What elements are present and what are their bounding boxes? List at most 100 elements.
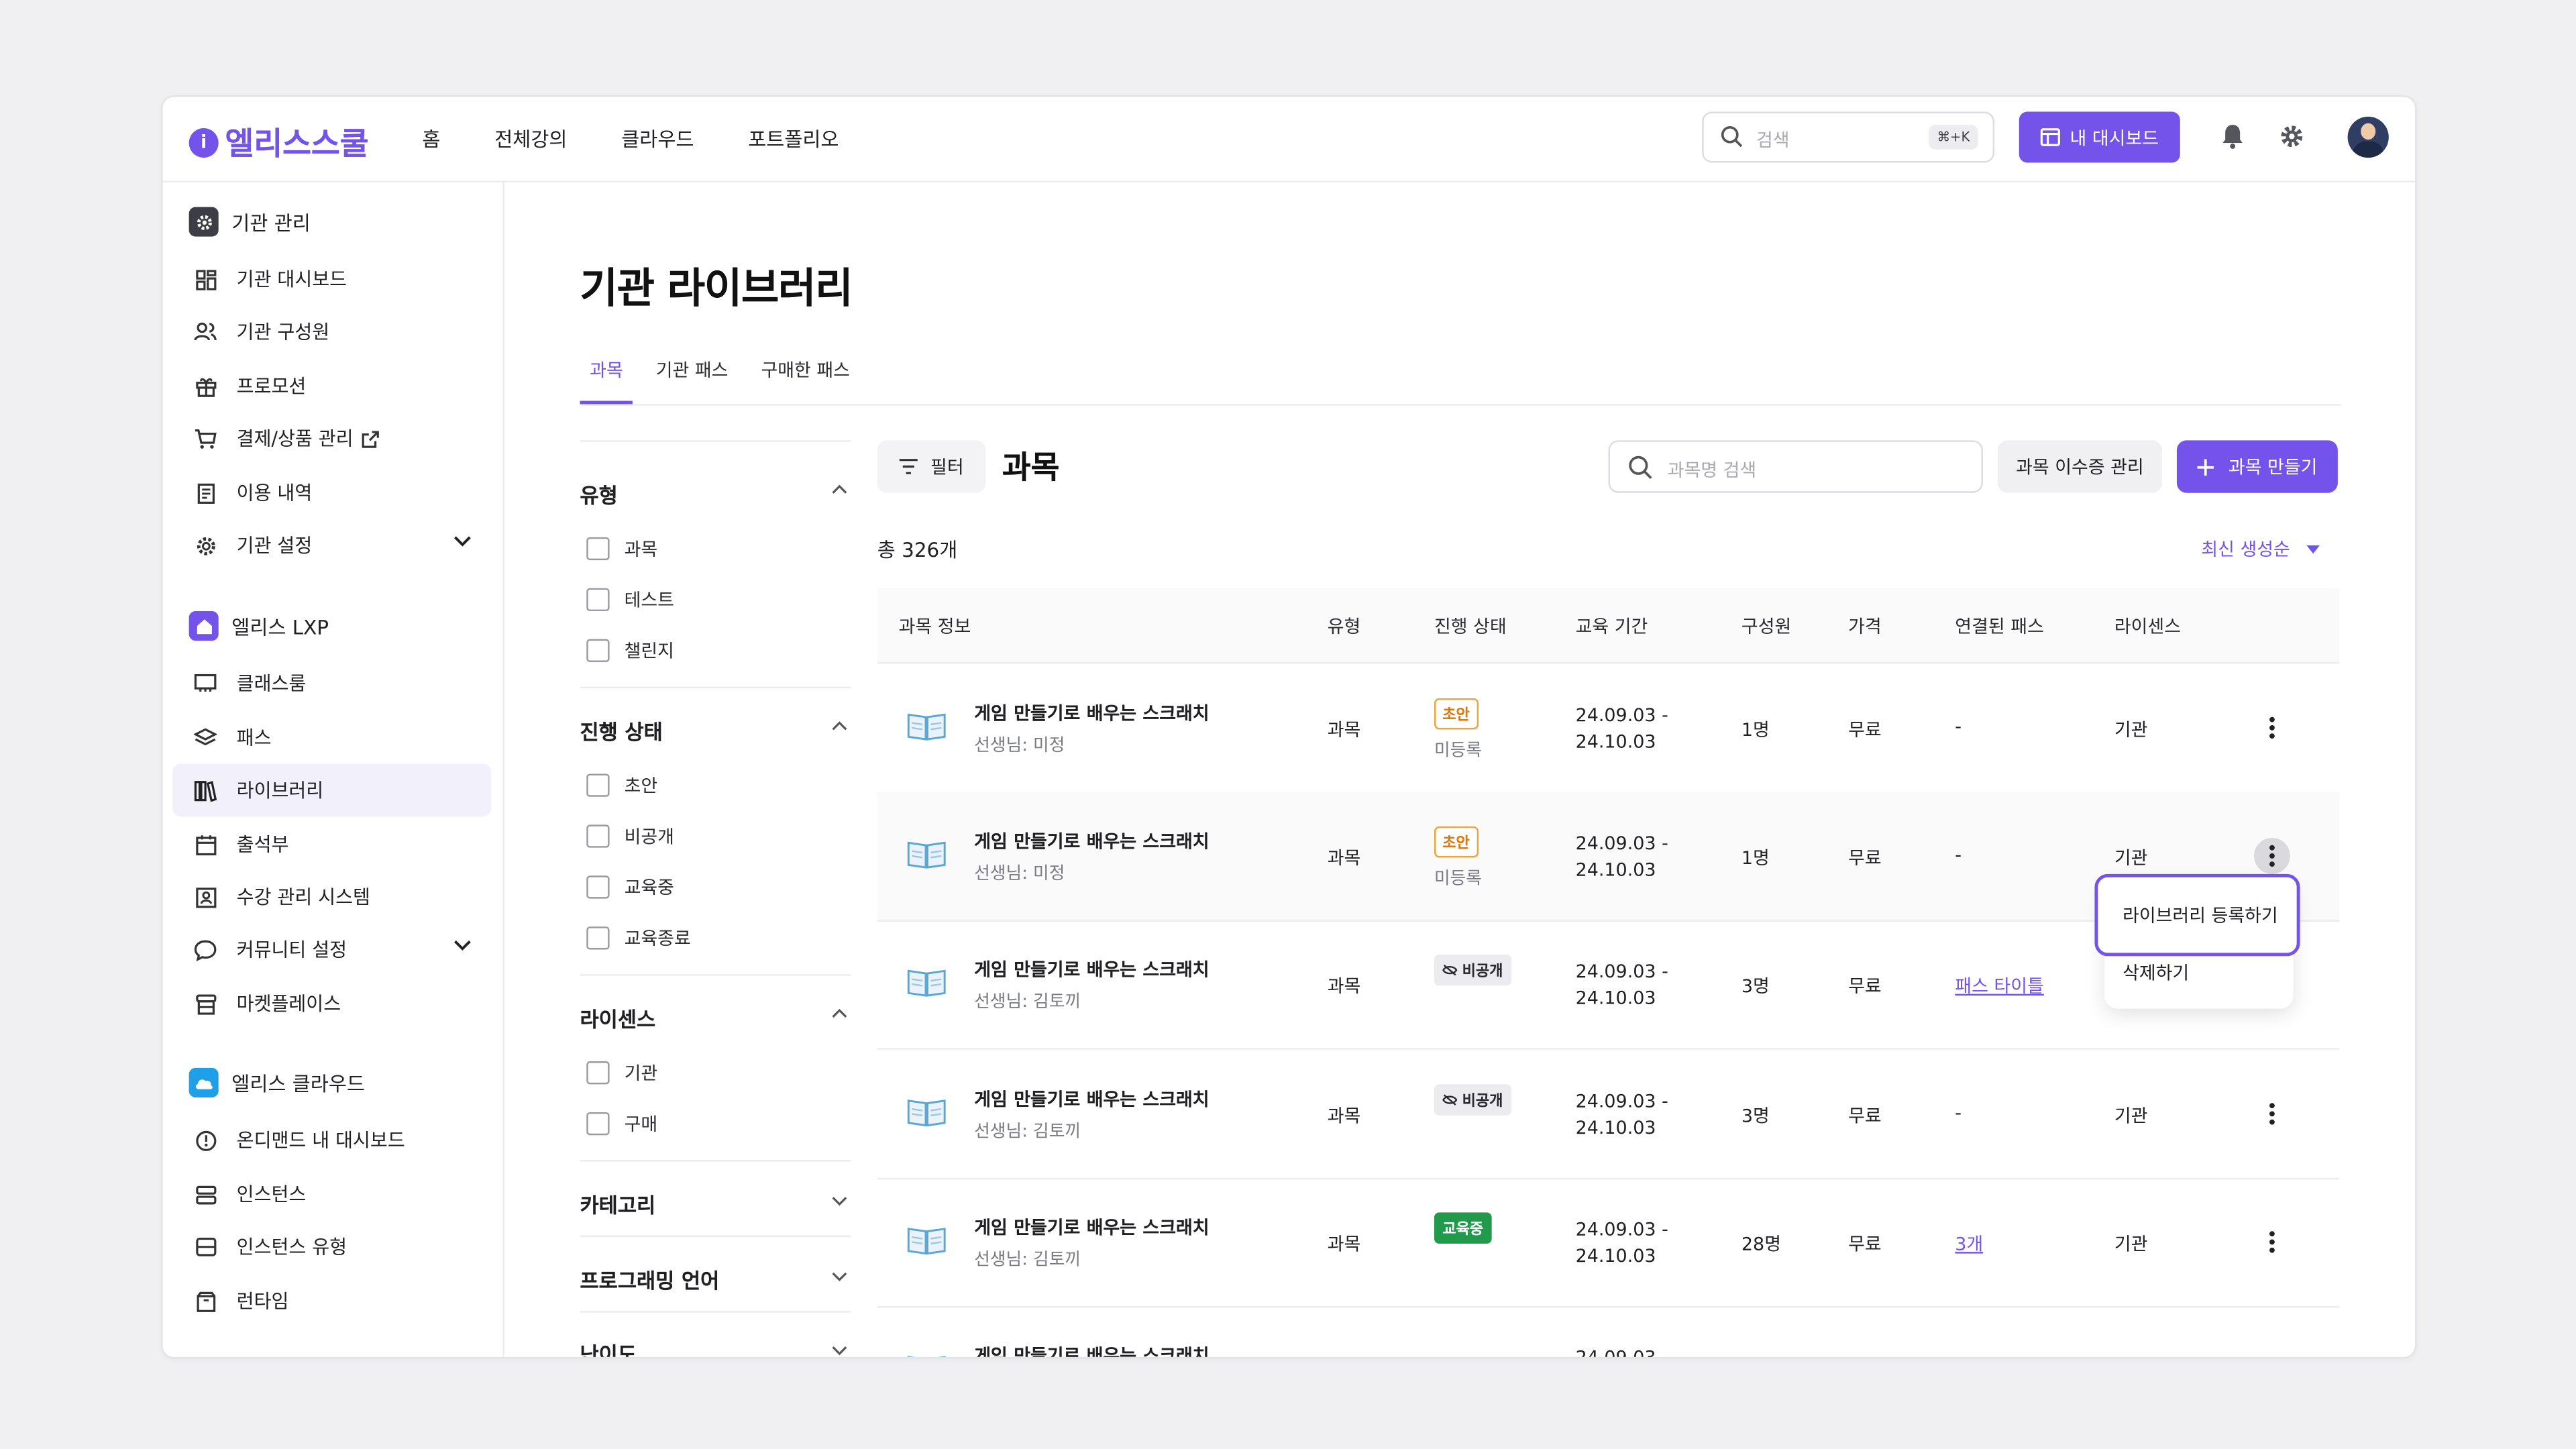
tab-purchased-pass[interactable]: 구매한 패스: [751, 355, 860, 401]
chevron-down-icon[interactable]: [831, 1196, 847, 1206]
filter-license-title[interactable]: 라이센스: [580, 1002, 655, 1034]
filter-status-title[interactable]: 진행 상태: [580, 714, 662, 746]
course-period: 24.09.03 - 24.10.03: [1576, 1089, 1668, 1142]
user-avatar[interactable]: [2347, 116, 2389, 158]
linked-pass[interactable]: 3개: [1955, 1230, 1983, 1256]
course-title[interactable]: 게임 만들기로 배우는 스크래치: [974, 1214, 1209, 1240]
sidebar-item-org-dashboard[interactable]: 기관 대시보드: [172, 253, 491, 305]
sidebar-item-library[interactable]: 라이브러리: [172, 763, 492, 817]
nav-portfolio[interactable]: 포트폴리오: [748, 125, 839, 153]
chevron-down-icon[interactable]: [453, 940, 472, 951]
row-menu-button[interactable]: [2254, 1095, 2290, 1132]
sidebar-item-org-members[interactable]: 기관 구성원: [172, 306, 491, 358]
sidebar-item-pass[interactable]: 패스: [172, 711, 491, 763]
filter-status-live[interactable]: 교육중: [586, 874, 674, 900]
filter-type-challenge[interactable]: 챌린지: [586, 637, 674, 663]
table-row[interactable]: 게임 만들기로 배우는 스크래치 선생님: 미정 과목 초안 미등록 24.09.03 -…: [877, 663, 2340, 794]
chevron-up-icon[interactable]: [831, 1008, 847, 1019]
sidebar-item-enrollment[interactable]: 수강 관리 시스템: [172, 871, 491, 923]
checkbox[interactable]: [586, 1061, 610, 1085]
nav-cloud[interactable]: 클라우드: [621, 125, 694, 153]
bell-icon[interactable]: [2221, 123, 2244, 150]
row-menu-button[interactable]: [2254, 1224, 2290, 1260]
course-price: 무료: [1848, 1106, 1882, 1128]
sort-dropdown[interactable]: 최신 생성순: [2201, 535, 2320, 561]
filter-category-title[interactable]: 카테고리: [580, 1188, 655, 1220]
table-row[interactable]: 게임 만들기로 배우는 스크래치 선생님: 김토끼 과목 비공개 24.09.03 -2…: [877, 1050, 2340, 1180]
section-title: 과목: [1002, 450, 1060, 486]
row-menu-button[interactable]: [2254, 710, 2290, 746]
course-period: 24.09.03 - 24.10.03: [1576, 831, 1668, 883]
sidebar-item-attendance[interactable]: 출석부: [172, 818, 491, 871]
gear-icon[interactable]: [2279, 123, 2305, 150]
course-license: 기관: [2114, 847, 2148, 869]
filter-type-course[interactable]: 과목: [586, 535, 657, 561]
sidebar-item-org-settings[interactable]: 기관 설정: [172, 519, 491, 572]
sidebar-item-instance-type[interactable]: 인스턴스 유형: [172, 1221, 491, 1273]
course-title[interactable]: 게임 만들기로 배우는 스크래치: [974, 1342, 1209, 1357]
menu-item-delete[interactable]: 삭제하기: [2123, 959, 2189, 985]
course-title[interactable]: 게임 만들기로 배우는 스크래치: [974, 828, 1209, 854]
chevron-up-icon[interactable]: [831, 721, 847, 731]
course-title[interactable]: 게임 만들기로 배우는 스크래치: [974, 956, 1209, 982]
row-menu-button[interactable]: [2254, 837, 2290, 874]
chevron-down-icon[interactable]: [831, 1346, 847, 1356]
table-row[interactable]: 게임 만들기로 배우는 스크래치 선생님: 김토끼 과목 교육중 24.09.03 -2…: [877, 1178, 2340, 1308]
cog-icon: [194, 534, 217, 557]
sidebar-item-promotion[interactable]: 프로모션: [172, 360, 491, 412]
status-badge: 비공개: [1434, 954, 1511, 986]
filter-status-draft[interactable]: 초안: [586, 772, 657, 798]
global-search-input[interactable]: 검색 ⌘+K: [1702, 111, 1995, 163]
sidebar-item-community[interactable]: 커뮤니티 설정: [172, 923, 491, 975]
filter-license-purchase[interactable]: 구매: [586, 1111, 657, 1137]
checkbox[interactable]: [586, 639, 610, 662]
checkbox[interactable]: [586, 1112, 610, 1136]
filter-button[interactable]: 필터: [877, 440, 986, 493]
dashboard-icon: [2040, 128, 2060, 146]
create-course-button[interactable]: 과목 만들기: [2176, 440, 2338, 493]
checkbox[interactable]: [586, 588, 610, 612]
nav-all-courses[interactable]: 전체강의: [494, 125, 567, 153]
checkbox[interactable]: [586, 926, 610, 950]
sidebar-item-runtime[interactable]: 런타임: [172, 1275, 491, 1327]
course-title[interactable]: 게임 만들기로 배우는 스크래치: [974, 1086, 1209, 1112]
nav-home[interactable]: 홈: [422, 125, 440, 153]
logo[interactable]: i 엘리스스쿨: [189, 120, 369, 164]
filter-difficulty-title[interactable]: 난이도: [580, 1337, 637, 1357]
table-row[interactable]: 게임 만들기로 배우는 스크래치 24.09.03 -: [877, 1306, 2340, 1357]
checkbox[interactable]: [586, 875, 610, 899]
chevron-up-icon[interactable]: [831, 484, 847, 494]
sidebar-item-label: 마켓플레이스: [236, 992, 341, 1016]
tab-courses[interactable]: 과목: [580, 355, 634, 405]
sidebar-item-marketplace[interactable]: 마켓플레이스: [172, 977, 491, 1030]
checkbox[interactable]: [586, 773, 610, 797]
filter-status-private[interactable]: 비공개: [586, 823, 674, 849]
checkbox[interactable]: [586, 824, 610, 848]
id-card-icon: [194, 885, 217, 908]
sidebar-item-usage-history[interactable]: 이용 내역: [172, 467, 491, 519]
library-icon: [194, 779, 217, 802]
chevron-down-icon[interactable]: [453, 535, 472, 547]
filter-license-org[interactable]: 기관: [586, 1060, 657, 1086]
server-icon: [194, 1183, 217, 1205]
menu-item-register-library[interactable]: 라이브러리 등록하기: [2094, 873, 2300, 957]
filter-type-title[interactable]: 유형: [580, 478, 617, 510]
sidebar-item-payment[interactable]: 결제/상품 관리: [172, 413, 491, 465]
tab-org-pass[interactable]: 기관 패스: [646, 355, 738, 401]
checkbox[interactable]: [586, 537, 610, 561]
sidebar-item-instance[interactable]: 인스턴스: [172, 1168, 491, 1220]
filter-status-ended[interactable]: 교육종료: [586, 925, 691, 951]
course-title[interactable]: 게임 만들기로 배우는 스크래치: [974, 700, 1209, 726]
my-dashboard-button[interactable]: 내 대시보드: [2019, 111, 2180, 163]
sidebar-item-ondemand-dashboard[interactable]: 온디맨드 내 대시보드: [172, 1114, 491, 1166]
course-members: 1명: [1741, 719, 1770, 741]
sidebar-item-classroom[interactable]: 클래스룸: [172, 657, 491, 710]
filter-language-title[interactable]: 프로그래밍 언어: [580, 1263, 719, 1295]
linked-pass[interactable]: 패스 타이틀: [1955, 973, 2044, 999]
chevron-down-icon[interactable]: [831, 1272, 847, 1282]
course-search-input[interactable]: 과목명 검색: [1608, 440, 1983, 493]
classroom-icon: [194, 672, 217, 695]
sidebar-item-label: 기관 설정: [236, 533, 313, 557]
filter-type-test[interactable]: 테스트: [586, 586, 674, 612]
certificate-manage-button[interactable]: 과목 이수증 관리: [1997, 440, 2162, 493]
